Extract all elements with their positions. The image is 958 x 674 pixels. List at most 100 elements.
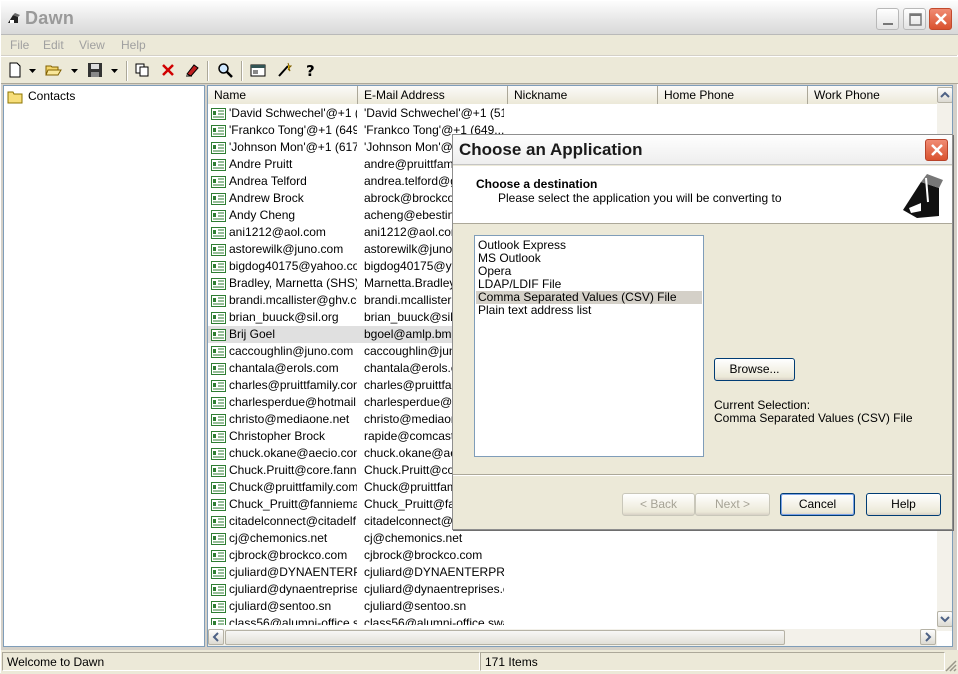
column-header-email[interactable]: E-Mail Address <box>358 86 508 104</box>
wand-button[interactable] <box>274 60 296 82</box>
resize-grip-icon[interactable] <box>943 658 957 672</box>
cancel-button[interactable]: Cancel <box>780 493 855 516</box>
contact-name: cjbrock@brockco.com <box>229 548 348 562</box>
minimize-button[interactable] <box>876 8 899 30</box>
status-message: Welcome to Dawn <box>2 652 480 671</box>
dialog-title-bar: Choose an Application <box>453 135 952 165</box>
contact-card-icon <box>211 125 226 137</box>
dialog-close-button[interactable] <box>925 139 948 161</box>
scroll-left-button[interactable] <box>208 629 224 645</box>
magnifier-icon <box>218 63 233 78</box>
dialog-separator <box>453 474 952 476</box>
scroll-right-button[interactable] <box>920 629 936 645</box>
column-header-name[interactable]: Name <box>208 86 358 104</box>
new-dropdown-icon[interactable] <box>29 68 37 74</box>
contact-card-icon <box>211 550 226 562</box>
save-button[interactable] <box>85 60 107 82</box>
contact-card-icon <box>211 295 226 307</box>
contact-card-icon <box>211 397 226 409</box>
contact-email: cjbrock@brockco.com <box>364 548 483 562</box>
open-dropdown-icon[interactable] <box>71 68 79 74</box>
contact-name: cjuliard@sentoo.sn <box>229 599 332 613</box>
toolbar: ? <box>1 56 958 84</box>
contact-card-icon <box>211 193 226 205</box>
contact-name: bigdog40175@yahoo.com <box>229 259 357 273</box>
next-button[interactable]: Next > <box>695 493 770 516</box>
maximize-button[interactable] <box>903 8 926 30</box>
status-item-count: 171 Items <box>480 652 945 671</box>
copy-button[interactable] <box>132 60 154 82</box>
browse-button[interactable]: Browse... <box>714 358 795 381</box>
magic-wand-icon <box>278 62 292 77</box>
new-button[interactable] <box>5 60 27 82</box>
table-row[interactable]: cjbrock@brockco.com cjbrock@brockco.com <box>208 547 938 564</box>
menu-view[interactable]: View <box>79 38 105 52</box>
menu-help[interactable]: Help <box>121 38 146 52</box>
contact-card-icon <box>211 618 226 625</box>
current-selection-value: Comma Separated Values (CSV) File <box>714 411 913 425</box>
folder-tree: Contacts <box>3 85 205 647</box>
delete-x-icon <box>162 64 174 76</box>
table-row[interactable]: cj@chemonics.net cj@chemonics.net <box>208 530 938 547</box>
delete-button[interactable] <box>158 60 180 82</box>
contact-name: Bradley, Marnetta (SHS) <box>229 276 357 290</box>
menu-file[interactable]: File <box>10 38 29 52</box>
contact-card-icon <box>211 482 226 494</box>
contact-name: chuck.okane@aecio.com <box>229 446 357 460</box>
help-button[interactable]: ? <box>300 60 322 82</box>
contact-name: Brij Goel <box>229 327 276 341</box>
scroll-up-button[interactable] <box>937 87 952 103</box>
menu-edit[interactable]: Edit <box>43 38 64 52</box>
save-dropdown-icon[interactable] <box>111 68 119 74</box>
table-row[interactable]: 'David Schwechel'@+1 (... 'David Schweche… <box>208 105 938 122</box>
clean-button[interactable] <box>182 60 204 82</box>
contact-card-icon <box>211 227 226 239</box>
horizontal-scrollbar[interactable] <box>208 629 937 646</box>
dialog-subheading: Please select the application you will b… <box>498 191 782 205</box>
window-title: Dawn <box>25 8 75 28</box>
contact-name: Chuck_Pruitt@fanniema... <box>229 497 357 511</box>
close-icon <box>931 144 943 156</box>
table-row[interactable]: cjuliard@dynaentreprises... cjuliard@dyna… <box>208 581 938 598</box>
contact-card-icon <box>211 533 226 545</box>
contact-name: cjuliard@DYNAENTERP... <box>229 565 357 579</box>
table-row[interactable]: class56@alumni-office.s... class56@alumni… <box>208 615 938 625</box>
contact-card-icon <box>211 278 226 290</box>
close-button[interactable] <box>929 8 952 30</box>
copy-icon <box>135 63 149 77</box>
column-header-home-phone[interactable]: Home Phone <box>658 86 808 104</box>
back-button[interactable]: < Back <box>622 493 695 516</box>
contact-card-icon <box>211 465 226 477</box>
open-button[interactable] <box>43 60 65 82</box>
contact-name: astorewilk@juno.com <box>229 242 344 256</box>
contact-card-icon <box>211 363 226 375</box>
table-row[interactable]: cjuliard@DYNAENTERP... cjuliard@DYNAENTER… <box>208 564 938 581</box>
contact-card-icon <box>211 210 226 222</box>
column-header-work-phone[interactable]: Work Phone <box>808 86 938 104</box>
status-bar: Welcome to Dawn 171 Items <box>1 650 958 674</box>
chevron-up-icon <box>940 91 950 98</box>
help-question-icon: ? <box>306 62 315 78</box>
horizontal-scroll-thumb[interactable] <box>225 630 785 645</box>
contact-name: charles@pruittfamily.com <box>229 378 357 392</box>
contact-email: class56@alumni-office.swa... <box>364 616 504 625</box>
contact-card-icon <box>211 414 226 426</box>
scroll-down-button[interactable] <box>937 611 952 627</box>
application-option[interactable]: Plain text address list <box>476 304 702 317</box>
help-dialog-button[interactable]: Help <box>866 493 941 516</box>
contact-name: Chuck@pruittfamily.com <box>229 480 357 494</box>
contact-card-icon <box>211 601 226 613</box>
properties-button[interactable] <box>248 60 270 82</box>
find-button[interactable] <box>215 60 237 82</box>
contact-name: Andy Cheng <box>229 208 296 222</box>
contact-name: 'Frankco Tong'@+1 (649... <box>229 123 357 137</box>
choose-application-dialog: Choose an Application Choose a destinati… <box>452 134 953 530</box>
application-list[interactable]: Outlook Express MS Outlook Opera LDAP/LDIF … <box>474 235 704 457</box>
table-row[interactable]: cjuliard@sentoo.sn cjuliard@sentoo.sn <box>208 598 938 615</box>
contact-name: Andre Pruitt <box>229 157 293 171</box>
menu-bar: File Edit View Help <box>1 35 958 55</box>
column-header-nickname[interactable]: Nickname <box>508 86 658 104</box>
main-window: Dawn File Edit View Help ? Contacts Name… <box>0 0 958 674</box>
contact-card-icon <box>211 261 226 273</box>
new-document-icon <box>9 62 21 78</box>
